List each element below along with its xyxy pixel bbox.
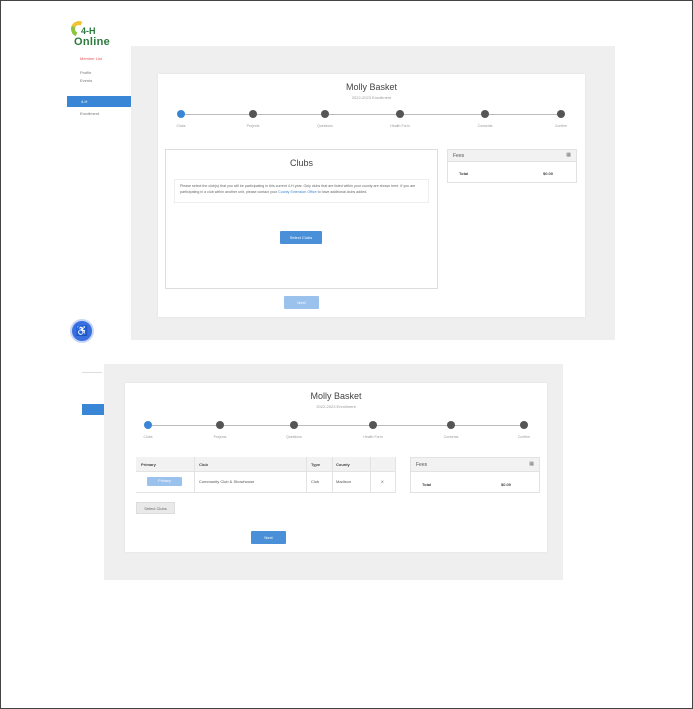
step-dot-consents[interactable] — [447, 421, 455, 429]
step-label-clubs: Clubs — [176, 124, 186, 128]
next-button[interactable]: Next — [251, 531, 286, 544]
sidebar-item-events[interactable]: Events — [80, 78, 92, 83]
step-label-consents: Consents — [477, 124, 493, 128]
sidebar-item-4h[interactable]: 4-H — [67, 96, 136, 107]
content-area: Molly Basket 2022-2023 Enrollment Clubs … — [104, 364, 563, 580]
fees-header: Fees ▦ — [448, 150, 576, 162]
fees-title: Fees — [416, 462, 428, 468]
club-name-cell: Community Club & Showhouse — [199, 479, 255, 484]
step-label-consents: Consents — [443, 435, 459, 439]
clubs-title: Clubs — [289, 158, 313, 168]
clubs-table: Primary Club Type County Primary Communi… — [136, 457, 396, 493]
step-label-health-form: Health Form — [390, 124, 410, 128]
step-label-confirm: Confirm — [517, 435, 531, 439]
app-logo[interactable]: 4-H Online — [68, 18, 121, 49]
step-label-questions: Questions — [317, 124, 333, 128]
logo-line1: 4-H — [81, 26, 96, 36]
enrollment-subtitle: 2022-2023 Enrollment — [351, 95, 392, 100]
sidebar-item-label: 4-H — [81, 99, 88, 104]
fees-total-value: $0.00 — [501, 482, 512, 487]
step-label-health-form: Health Form — [363, 435, 383, 439]
step-dot-clubs[interactable] — [144, 421, 152, 429]
col-divider — [395, 457, 396, 493]
clubs-selected-screen: Molly Basket 2022-2023 Enrollment Clubs … — [82, 364, 563, 580]
clubs-instructions: Please select the club(s) that you will … — [174, 179, 429, 203]
county-office-link[interactable]: County Extension Office — [278, 190, 317, 194]
next-button[interactable]: Next — [284, 296, 319, 309]
col-header-type: Type — [311, 462, 321, 467]
sidebar-item-profile[interactable]: Profile — [80, 70, 91, 75]
fees-total-label: Total — [422, 482, 432, 487]
content-area: Molly Basket 2022-2023 Enrollment Clubs … — [131, 46, 615, 340]
step-label-confirm: Confirm — [554, 124, 568, 128]
step-dot-questions[interactable] — [290, 421, 298, 429]
row-divider — [136, 492, 396, 493]
member-name: Molly Basket — [345, 82, 398, 92]
enrollment-subtitle: 2022-2023 Enrollment — [316, 404, 356, 409]
step-dot-health-form[interactable] — [369, 421, 377, 429]
enrollment-card: Molly Basket 2022-2023 Enrollment Clubs … — [125, 383, 547, 552]
select-clubs-button[interactable]: Select Clubs — [280, 231, 322, 244]
step-label-projects: Projects — [213, 435, 227, 439]
calculator-icon[interactable]: ▦ — [566, 152, 571, 158]
sidebar-item-enrollment[interactable]: Enrollment — [80, 111, 99, 116]
fees-header: Fees ▦ — [411, 458, 539, 472]
sidebar-divider — [82, 372, 102, 373]
remove-club-icon[interactable]: X — [381, 479, 384, 484]
step-dot-projects[interactable] — [249, 110, 257, 118]
clubs-select-screen: 4-H Online Member List Profile Events 4-… — [67, 14, 615, 343]
fees-panel: Fees ▦ Total $0.00 — [447, 149, 577, 183]
col-header-primary: Primary — [141, 462, 156, 467]
select-clubs-button[interactable]: Select Clubs — [136, 502, 175, 514]
fees-total-value: $0.00 — [543, 171, 554, 176]
sidebar-item-member-list[interactable]: Member List — [80, 56, 102, 61]
clubs-instructions-text-end: to have additional clubs added. — [316, 190, 368, 194]
enrollment-stepper: Clubs Projects Questions Health Form Con… — [158, 110, 585, 134]
step-dot-confirm[interactable] — [520, 421, 528, 429]
fees-total-label: Total — [459, 171, 469, 176]
primary-toggle-button[interactable]: Primary — [147, 477, 182, 486]
accessibility-icon: ♿ — [75, 326, 89, 337]
step-dot-clubs[interactable] — [177, 110, 185, 118]
stepper-line — [147, 425, 527, 426]
col-header-club: Club — [199, 462, 208, 467]
step-dot-questions[interactable] — [321, 110, 329, 118]
club-county-cell: Madison — [336, 479, 352, 484]
logo-line2: Online — [74, 36, 111, 48]
calculator-icon[interactable]: ▦ — [529, 461, 534, 467]
club-type-cell: Club — [311, 479, 320, 484]
col-divider — [306, 457, 307, 493]
enrollment-card: Molly Basket 2022-2023 Enrollment Clubs … — [158, 74, 585, 317]
step-label-questions: Questions — [286, 435, 302, 439]
step-label-clubs: Clubs — [143, 435, 153, 439]
step-label-projects: Projects — [246, 124, 260, 128]
col-header-county: County — [336, 462, 350, 467]
enrollment-stepper: Clubs Projects Questions Health Form Con… — [125, 421, 547, 445]
step-dot-consents[interactable] — [481, 110, 489, 118]
member-name: Molly Basket — [310, 391, 362, 401]
sidebar: Member List Profile Events 4-H Enrollmen… — [67, 52, 136, 340]
clubs-panel: Clubs Please select the club(s) that you… — [165, 149, 438, 289]
col-divider — [370, 457, 371, 493]
step-dot-health-form[interactable] — [396, 110, 404, 118]
col-divider — [194, 457, 195, 493]
fees-panel: Fees ▦ Total $0.00 — [410, 457, 540, 493]
col-divider — [332, 457, 333, 493]
clubs-table-header: Primary Club Type County — [136, 457, 396, 472]
stepper-line — [180, 114, 565, 115]
step-dot-projects[interactable] — [216, 421, 224, 429]
fees-title: Fees — [453, 153, 465, 159]
sidebar-item-4h-active[interactable] — [82, 404, 104, 415]
step-dot-confirm[interactable] — [557, 110, 565, 118]
accessibility-button[interactable]: ♿ — [70, 319, 94, 343]
